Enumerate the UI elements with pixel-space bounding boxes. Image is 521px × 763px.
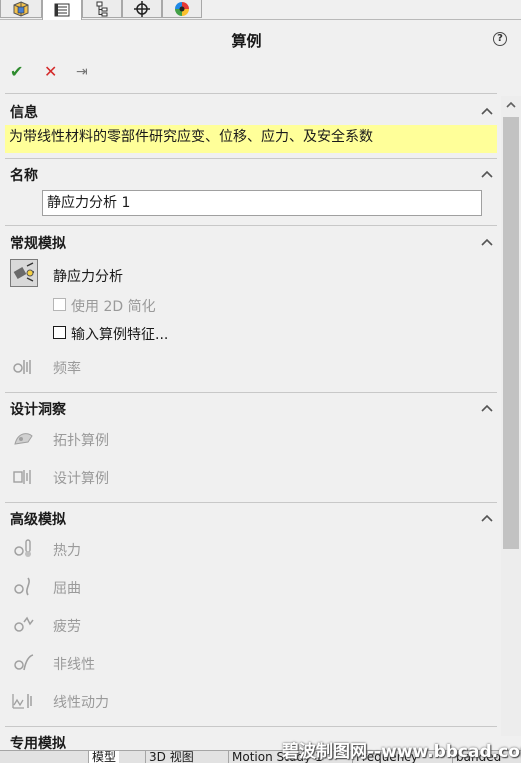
tab-property-manager[interactable] [42, 0, 82, 20]
fatigue-icon [14, 616, 34, 632]
pin-button[interactable]: ⇥ [76, 62, 88, 82]
frequency-label: 频率 [53, 361, 81, 377]
feature-manager-tabs [0, 0, 521, 20]
part-icon [13, 0, 29, 17]
help-button[interactable]: ? [493, 32, 507, 46]
fatigue-label: 疲劳 [53, 619, 81, 635]
section-divider [5, 392, 497, 393]
study-type-design-study[interactable]: 设计算例 [10, 464, 490, 490]
checkbox-box[interactable] [53, 298, 66, 311]
buckling-label: 屈曲 [53, 581, 81, 597]
nonlinear-icon [14, 654, 34, 671]
section-info-title: 信息 [10, 105, 38, 121]
tab-configuration-manager[interactable] [82, 0, 122, 18]
thermal-icon [14, 539, 31, 557]
chevron-up-icon[interactable] [481, 237, 493, 247]
section-divider [5, 225, 497, 226]
property-manager-icon [54, 3, 70, 17]
cancel-button[interactable]: ✕ [44, 62, 57, 82]
checkbox-box[interactable] [53, 326, 66, 339]
chevron-up-icon[interactable] [481, 403, 493, 413]
bottom-tab-model[interactable]: 模型 [88, 751, 120, 763]
chevron-up-icon[interactable] [481, 106, 493, 116]
study-type-frequency[interactable]: 频率 [10, 354, 490, 380]
section-divider [5, 502, 497, 503]
dimxpert-icon [134, 0, 150, 17]
study-type-buckling[interactable]: 屈曲 [10, 574, 490, 600]
scroll-up-icon[interactable] [501, 96, 521, 114]
page-title: 算例 [231, 32, 262, 50]
design-study-icon [13, 470, 31, 484]
tab-display-manager[interactable] [162, 0, 202, 18]
ok-button[interactable]: ✔ [10, 62, 23, 82]
watermark-text: 碧波制图网--www.bbcad.com [282, 742, 521, 762]
study-type-fatigue[interactable]: 疲劳 [10, 612, 490, 638]
study-type-static[interactable]: 静应力分析 [10, 262, 490, 288]
linear-dynamic-icon [12, 694, 32, 709]
study-type-linear-dynamic[interactable]: 线性动力 [10, 688, 490, 714]
topology-label: 拓扑算例 [53, 433, 109, 449]
nonlinear-label: 非线性 [53, 657, 95, 673]
study-type-topology[interactable]: 拓扑算例 [10, 426, 490, 452]
scrollbar-thumb[interactable] [503, 117, 519, 549]
import-features-label: 输入算例特征... [71, 327, 169, 343]
section-design-insight-title: 设计洞察 [10, 402, 66, 418]
chevron-up-icon[interactable] [481, 513, 493, 523]
study-type-nonlinear[interactable]: 非线性 [10, 650, 490, 676]
section-general-title: 常规模拟 [10, 236, 66, 252]
header-divider [5, 93, 497, 94]
study-type-thermal[interactable]: 热力 [10, 536, 490, 562]
buckling-icon [14, 577, 30, 596]
section-name-title: 名称 [10, 168, 38, 184]
section-divider [5, 726, 497, 727]
tab-part[interactable] [0, 0, 42, 18]
chevron-up-icon[interactable] [481, 169, 493, 179]
section-advanced-title: 高级模拟 [10, 512, 66, 528]
use-2d-label: 使用 2D 简化 [71, 299, 156, 315]
info-message: 为带线性材料的零部件研究应变、位移、应力、及安全系数 [5, 125, 497, 153]
thermal-label: 热力 [53, 543, 81, 559]
topology-icon [14, 433, 33, 445]
display-manager-icon [175, 1, 189, 16]
section-divider [5, 158, 497, 159]
linear-dynamic-label: 线性动力 [53, 695, 109, 711]
bottom-tab-3d-view[interactable]: 3D 视图 [145, 751, 197, 763]
design-study-label: 设计算例 [53, 471, 109, 487]
static-study-label: 静应力分析 [53, 269, 123, 285]
frequency-icon [13, 360, 31, 374]
study-name-input[interactable]: 静应力分析 1 [42, 190, 482, 216]
configuration-manager-icon [96, 1, 108, 16]
tab-dimxpert[interactable] [122, 0, 162, 18]
